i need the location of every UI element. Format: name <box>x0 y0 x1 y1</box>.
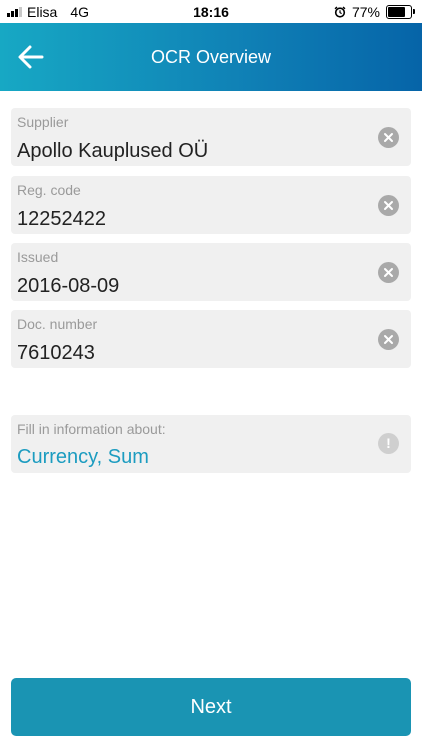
exclamation-icon: ! <box>378 433 399 454</box>
clear-doc-number-button[interactable] <box>378 329 399 350</box>
missing-info-label: Fill in information about: <box>17 421 166 437</box>
reg-code-field[interactable]: Reg. code 12252422 <box>11 176 411 234</box>
battery-icon <box>386 5 415 19</box>
close-icon <box>384 335 393 344</box>
clear-supplier-button[interactable] <box>378 127 399 148</box>
app-header: OCR Overview <box>0 23 422 91</box>
issued-label: Issued <box>17 249 59 265</box>
supplier-label: Supplier <box>17 114 69 130</box>
battery-percent: 77% <box>351 4 380 20</box>
doc-number-value: 7610243 <box>17 342 95 364</box>
alarm-clock-icon <box>334 6 346 18</box>
next-button[interactable]: Next <box>11 678 411 736</box>
battery-fill <box>388 7 405 17</box>
missing-info-field[interactable]: Fill in information about: Currency, Sum… <box>11 415 411 473</box>
doc-number-field[interactable]: Doc. number 7610243 <box>11 310 411 368</box>
close-icon <box>384 201 393 210</box>
issued-value: 2016-08-09 <box>17 275 120 297</box>
supplier-value: Apollo Kauplused OÜ <box>17 140 209 162</box>
status-bar: Elisa 4G 18:16 77% <box>0 0 422 23</box>
clear-issued-button[interactable] <box>378 262 399 283</box>
reg-code-value: 12252422 <box>17 208 106 230</box>
doc-number-label: Doc. number <box>17 316 98 332</box>
reg-code-label: Reg. code <box>17 182 81 198</box>
issued-field[interactable]: Issued 2016-08-09 <box>11 243 411 301</box>
close-icon <box>384 133 393 142</box>
clear-reg-code-button[interactable] <box>378 195 399 216</box>
close-icon <box>384 268 393 277</box>
page-title: OCR Overview <box>150 47 271 67</box>
missing-info-link[interactable]: Currency, Sum <box>17 446 149 469</box>
supplier-field[interactable]: Supplier Apollo Kauplused OÜ <box>11 108 411 166</box>
status-bar-right: 77% <box>334 4 415 20</box>
